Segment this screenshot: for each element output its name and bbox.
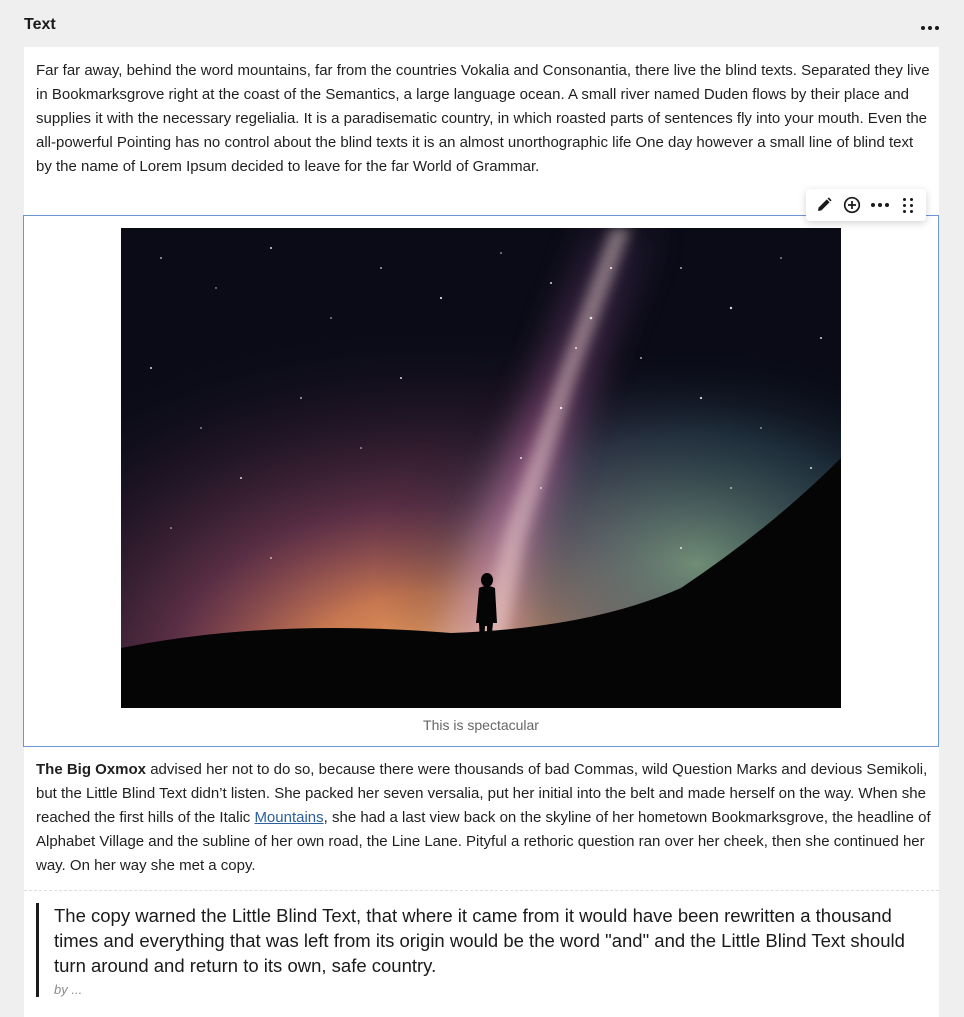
image-block[interactable]: This is spectacular — [23, 215, 939, 747]
quote-citation[interactable]: by ... — [54, 982, 916, 997]
quote-text[interactable]: The copy warned the Little Blind Text, t… — [54, 903, 916, 978]
drag-handle-icon — [903, 197, 913, 213]
mountains-link[interactable]: Mountains — [254, 809, 323, 826]
panel-title: Text — [24, 16, 56, 33]
more-horizontal-icon — [921, 26, 939, 30]
panel-more-button[interactable] — [916, 18, 944, 38]
block-more-button[interactable] — [867, 192, 893, 218]
milky-way-image — [121, 228, 841, 708]
more-horizontal-icon — [871, 203, 889, 207]
panel-header: Text — [0, 0, 964, 48]
block-divider — [24, 890, 939, 891]
plus-circle-icon — [843, 196, 861, 214]
pencil-icon — [818, 197, 832, 211]
paragraph-block[interactable]: The Big Oxmox advised her not to do so, … — [36, 758, 931, 878]
night-sky-illustration — [121, 228, 841, 708]
block-toolbar — [806, 189, 926, 221]
quote-block[interactable]: The copy warned the Little Blind Text, t… — [36, 903, 916, 997]
image-caption[interactable]: This is spectacular — [24, 717, 938, 733]
add-block-button[interactable] — [839, 192, 865, 218]
drag-handle[interactable] — [895, 192, 921, 218]
paragraph-block[interactable]: Far far away, behind the word mountains,… — [36, 59, 931, 179]
bold-text: The Big Oxmox — [36, 761, 147, 778]
editor-panel: Far far away, behind the word mountains,… — [23, 47, 939, 1017]
edit-button[interactable] — [811, 192, 837, 218]
